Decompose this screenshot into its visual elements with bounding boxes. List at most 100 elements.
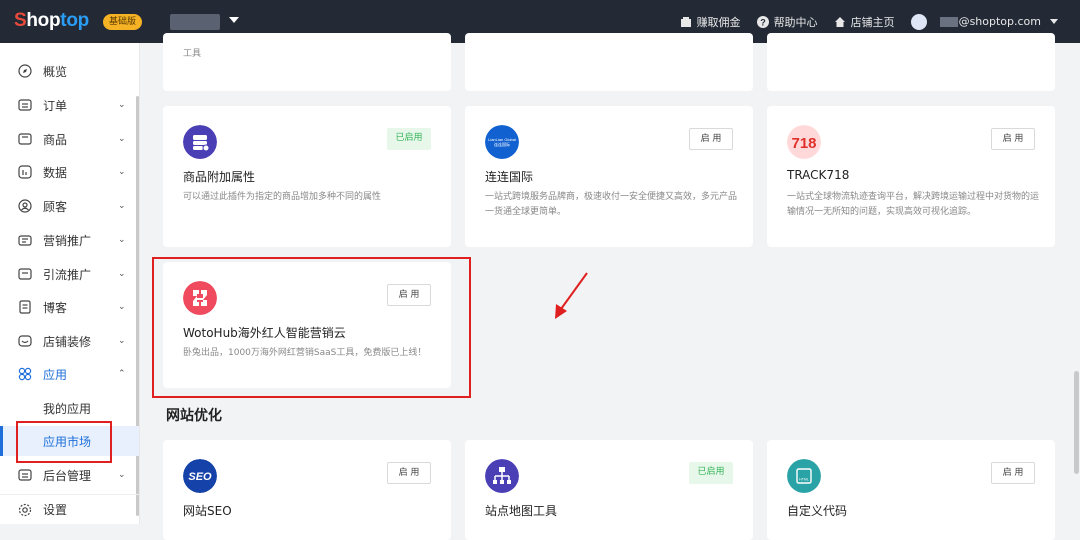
store-selector[interactable] <box>170 14 220 30</box>
order-icon <box>18 99 32 111</box>
decorate-icon <box>18 335 32 347</box>
help-center-link[interactable]: ? 帮助中心 <box>756 14 818 30</box>
chevron-down-icon: ⌄ <box>118 336 126 346</box>
sidebar-item-settings[interactable]: 设置 <box>0 494 139 524</box>
enabled-badge: 已启用 <box>689 462 733 484</box>
enabled-badge: 已启用 <box>387 128 431 150</box>
annotation-arrow-icon <box>555 272 588 319</box>
app-market-content: 工具 已启用 商品附加属性 可以通过此插件为指定的商品增加多种不同的属性 Lia… <box>141 33 1080 540</box>
sidebar-item-admin[interactable]: 后台管理 ⌄ <box>0 460 139 490</box>
store-home-link[interactable]: 店铺主页 <box>834 14 895 30</box>
blog-icon <box>19 300 31 314</box>
enable-button[interactable]: 启 用 <box>387 462 431 484</box>
earn-commission-label: 赚取佣金 <box>696 15 741 29</box>
chevron-down-icon <box>1050 19 1058 24</box>
sidebar-item-customers[interactable]: 顾客 ⌄ <box>0 191 139 221</box>
sidebar: 概览 订单 ⌄ 商品 ⌄ 数据 ⌄ 顾客 ⌄ 营销推广 ⌄ 引流推广 ⌄ 博客 … <box>0 43 140 524</box>
sidebar-item-data[interactable]: 数据 ⌄ <box>0 157 139 187</box>
app-card-desc: 工具 <box>183 49 202 59</box>
track718-logo-icon: 718 <box>787 125 821 159</box>
commission-icon <box>680 16 691 27</box>
page-scrollbar[interactable] <box>1074 371 1079 474</box>
admin-icon <box>18 469 32 481</box>
app-card-title: 连连国际 <box>485 170 534 184</box>
chevron-down-icon: ⌄ <box>118 100 126 110</box>
chevron-down-icon: ⌄ <box>118 167 126 177</box>
sidebar-subitem-my-apps[interactable]: 我的应用 <box>0 393 139 423</box>
earn-commission-link[interactable]: 赚取佣金 <box>680 14 741 30</box>
traffic-icon <box>18 268 32 280</box>
sidebar-item-label: 营销推广 <box>43 233 92 248</box>
plan-badge: 基础版 <box>103 14 143 30</box>
app-card-desc: 可以通过此插件为指定的商品增加多种不同的属性 <box>183 192 382 202</box>
app-card-track718[interactable]: 718 启 用 TRACK718 一站式全球物流轨迹查询平台，解决跨境运输过程中… <box>767 106 1055 247</box>
sidebar-item-apps[interactable]: 应用 ⌃ <box>0 359 139 389</box>
app-card-desc: 一站式跨境服务品牌商，极速收付一安全便捷又高效，多元产品一货通全球更简单。 <box>485 192 738 217</box>
sidebar-item-overview[interactable]: 概览 <box>0 56 139 86</box>
shoptop-logo[interactable]: Shoptop <box>14 10 89 32</box>
app-card-title: TRACK718 <box>787 168 850 182</box>
sidebar-item-label: 博客 <box>43 300 68 315</box>
app-card-custom-code[interactable]: HTML 启 用 自定义代码 <box>767 440 1055 540</box>
highlight-box-app-market <box>16 421 112 463</box>
apps-icon <box>18 367 32 381</box>
enable-button[interactable]: 启 用 <box>991 462 1035 484</box>
sidebar-subitem-label: 我的应用 <box>43 401 92 416</box>
track718-logo-text: 718 <box>791 135 816 152</box>
compass-icon <box>18 64 32 78</box>
sidebar-item-label: 应用 <box>43 367 68 382</box>
help-icon: ? <box>756 15 769 28</box>
sidebar-item-traffic[interactable]: 引流推广 ⌄ <box>0 259 139 289</box>
app-card-partial[interactable]: 工具 <box>163 33 451 91</box>
sidebar-item-label: 设置 <box>43 503 68 517</box>
app-card-title: 站点地图工具 <box>485 504 558 518</box>
sidebar-item-products[interactable]: 商品 ⌄ <box>0 124 139 154</box>
enable-button[interactable]: 启 用 <box>689 128 733 150</box>
sidebar-item-label: 概览 <box>43 64 68 79</box>
app-card-title: 自定义代码 <box>787 504 848 518</box>
sidebar-item-label: 顾客 <box>43 199 68 214</box>
app-card-partial[interactable] <box>465 33 753 91</box>
app-card-title: 商品附加属性 <box>183 170 256 184</box>
sidebar-item-label: 订单 <box>43 98 68 113</box>
sidebar-item-decoration[interactable]: 店铺装修 ⌄ <box>0 326 139 356</box>
section-title: 网站优化 <box>166 408 222 424</box>
store-home-label: 店铺主页 <box>850 15 895 29</box>
lianlian-logo-icon: LianLian Global连连国际 <box>485 125 519 159</box>
chevron-up-icon: ⌃ <box>118 369 126 379</box>
sidebar-item-blog[interactable]: 博客 ⌄ <box>0 292 139 322</box>
enable-button[interactable]: 启 用 <box>991 128 1035 150</box>
avatar <box>910 13 927 30</box>
customer-icon <box>18 199 32 213</box>
chevron-down-icon[interactable] <box>229 17 239 23</box>
chevron-down-icon: ⌄ <box>118 201 126 211</box>
sidebar-item-label: 数据 <box>43 165 68 180</box>
html-code-icon: HTML <box>787 459 821 493</box>
sidebar-item-label: 后台管理 <box>43 468 92 483</box>
account-menu[interactable]: @shoptop.com <box>910 13 1058 30</box>
data-icon <box>18 165 32 179</box>
app-card-sitemap[interactable]: 已启用 站点地图工具 <box>465 440 753 540</box>
lianlian-logo-text-2: 连连国际 <box>494 141 510 147</box>
account-email: @shoptop.com <box>958 15 1041 28</box>
app-card-product-attributes[interactable]: 已启用 商品附加属性 可以通过此插件为指定的商品增加多种不同的属性 <box>163 106 451 247</box>
chevron-down-icon: ⌄ <box>118 269 126 279</box>
sidebar-item-orders[interactable]: 订单 ⌄ <box>0 90 139 120</box>
sidebar-item-marketing[interactable]: 营销推广 ⌄ <box>0 225 139 255</box>
help-center-label: 帮助中心 <box>773 15 818 29</box>
chevron-down-icon: ⌄ <box>118 302 126 312</box>
svg-text:?: ? <box>760 17 766 27</box>
app-card-seo[interactable]: SEO 启 用 网站SEO <box>163 440 451 540</box>
seo-logo-icon: SEO <box>183 459 217 493</box>
sidebar-item-label: 商品 <box>43 132 68 147</box>
app-card-partial[interactable] <box>767 33 1055 91</box>
chevron-down-icon: ⌄ <box>118 470 126 480</box>
product-attributes-icon <box>183 125 217 159</box>
html-icon-text: HTML <box>799 478 809 482</box>
product-icon <box>18 133 32 145</box>
app-card-desc: 一站式全球物流轨迹查询平台，解决跨境运输过程中对货物的运输情况一无所知的问题，实… <box>787 192 1040 217</box>
gear-icon <box>18 503 32 516</box>
app-card-lianlian[interactable]: LianLian Global 连连国际 启 用 连连国际 一站式跨境服务品牌商，… <box>465 106 753 247</box>
sidebar-item-label: 引流推广 <box>43 267 92 282</box>
sitemap-icon <box>485 459 519 493</box>
